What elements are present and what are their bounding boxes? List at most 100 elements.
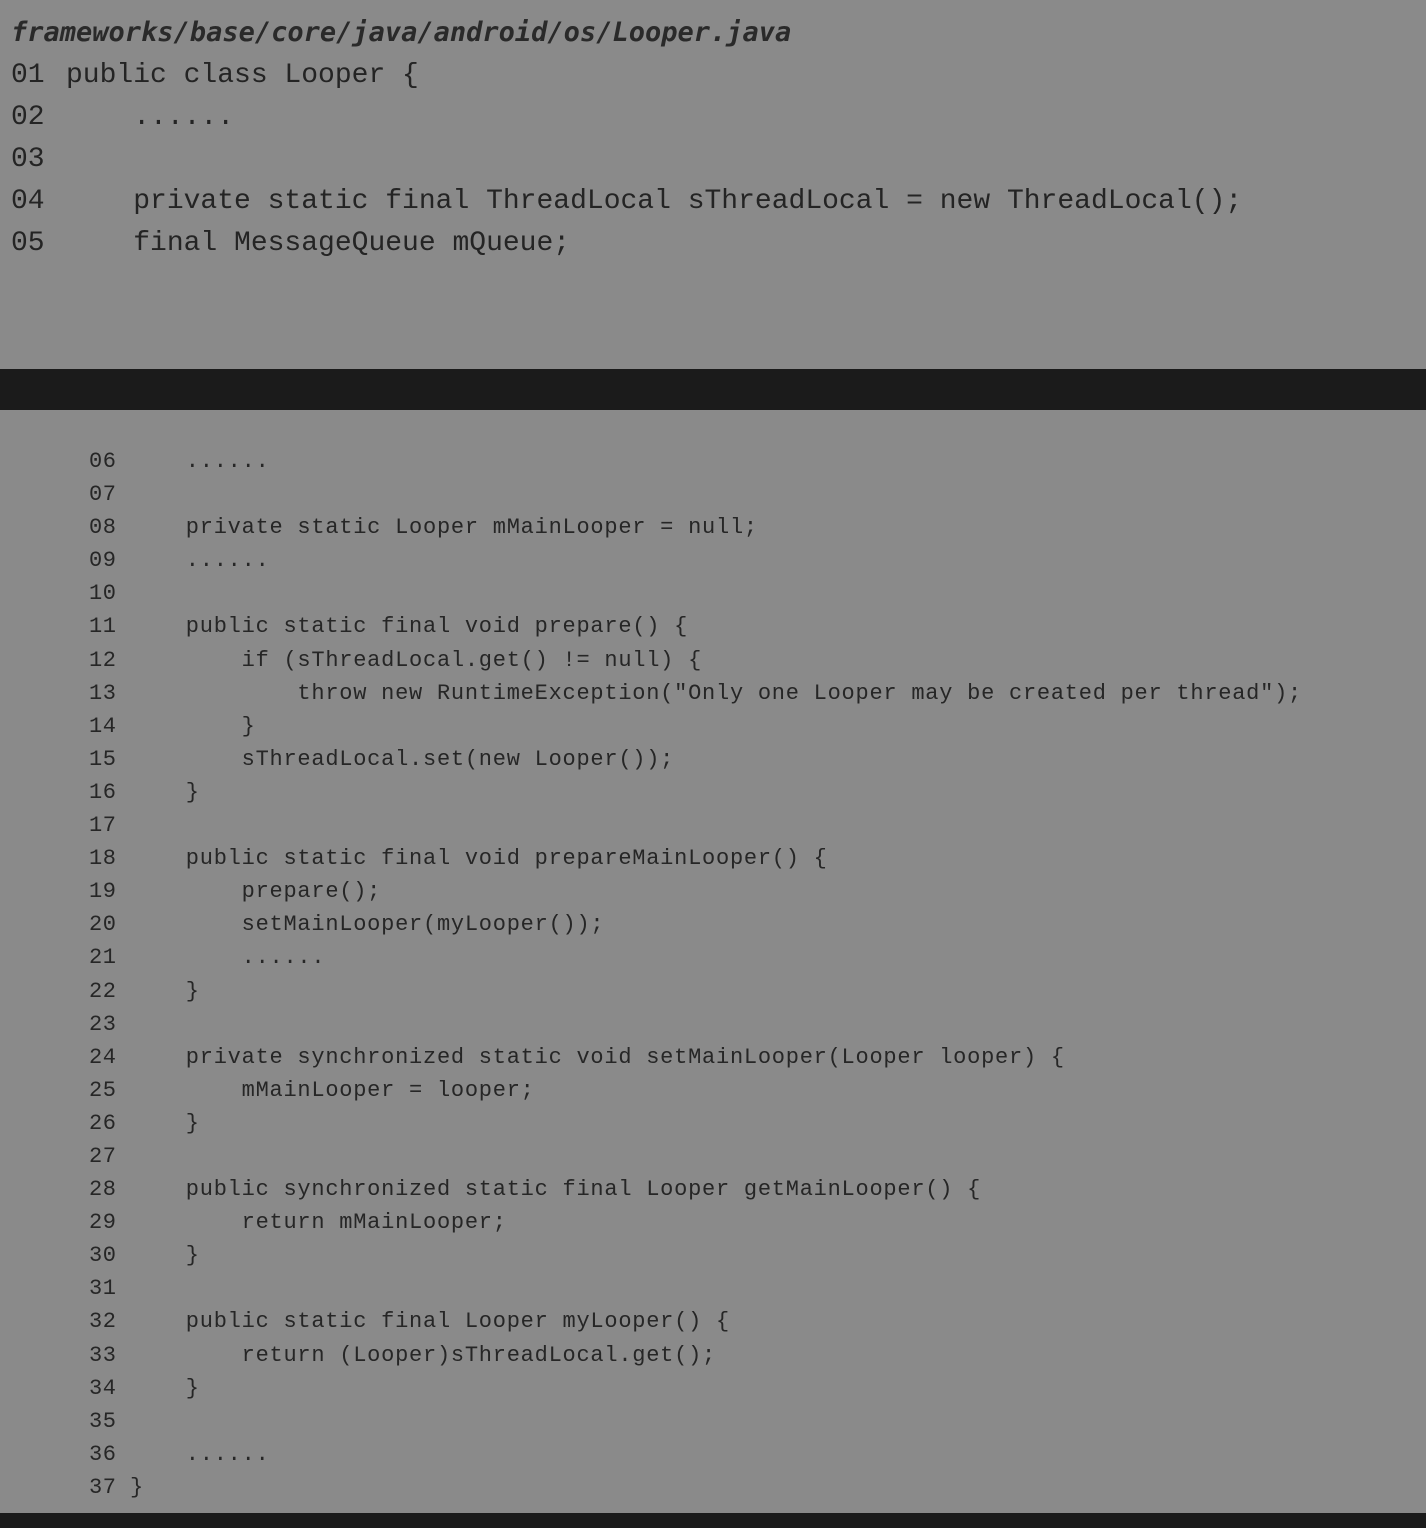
- code-line: 03: [11, 139, 1242, 181]
- code-line: 35: [89, 1405, 1302, 1438]
- code-line: 36 ......: [89, 1438, 1302, 1471]
- line-number: 08: [89, 515, 117, 541]
- code-line: 08 private static Looper mMainLooper = n…: [89, 511, 1302, 544]
- code-line: 16 }: [89, 776, 1302, 809]
- code-text: }: [130, 1243, 200, 1269]
- line-number: 14: [89, 713, 117, 739]
- code-line: 02 ......: [11, 97, 1242, 139]
- line-number: 02: [11, 102, 45, 133]
- code-text: private synchronized static void setMain…: [130, 1044, 1065, 1070]
- code-line: 34 }: [89, 1372, 1302, 1405]
- code-text: return (Looper)sThreadLocal.get();: [130, 1342, 716, 1368]
- code-text: private static final ThreadLocal sThread…: [66, 186, 1243, 217]
- code-text: ......: [66, 102, 235, 133]
- line-number: 04: [11, 186, 45, 217]
- code-text: throw new RuntimeException("Only one Loo…: [130, 680, 1302, 706]
- code-line: 37}: [89, 1471, 1302, 1504]
- line-number: 26: [89, 1110, 117, 1136]
- line-number: 36: [89, 1441, 117, 1467]
- code-line: 14 }: [89, 710, 1302, 743]
- code-line: 23: [89, 1008, 1302, 1041]
- code-line: 12 if (sThreadLocal.get() != null) {: [89, 644, 1302, 677]
- line-number: 31: [89, 1276, 117, 1302]
- code-line: 19 prepare();: [89, 875, 1302, 908]
- line-number: 33: [89, 1342, 117, 1368]
- code-block-top: 01 public class Looper { 02 ...... 03 04 pri…: [11, 55, 1242, 265]
- code-line: 18 public static final void prepareMainL…: [89, 842, 1302, 875]
- code-line: 09 ......: [89, 544, 1302, 577]
- code-line: 15 sThreadLocal.set(new Looper());: [89, 743, 1302, 776]
- code-line: 05 final MessageQueue mQueue;: [11, 223, 1242, 265]
- line-number: 01: [11, 60, 45, 91]
- code-text: if (sThreadLocal.get() != null) {: [130, 647, 703, 673]
- code-text: public static final void prepare() {: [130, 614, 689, 640]
- code-text: public class Looper {: [66, 60, 419, 91]
- line-number: 34: [89, 1375, 117, 1401]
- code-line: 20 setMainLooper(myLooper());: [89, 908, 1302, 941]
- line-number: 13: [89, 680, 117, 706]
- line-number: 28: [89, 1177, 117, 1203]
- code-line: 10: [89, 577, 1302, 610]
- code-line: 30 }: [89, 1239, 1302, 1272]
- code-line: 04 private static final ThreadLocal sThr…: [11, 181, 1242, 223]
- code-text: public synchronized static final Looper …: [130, 1177, 982, 1203]
- line-number: 27: [89, 1143, 117, 1169]
- code-text: }: [130, 1375, 200, 1401]
- line-number: 21: [89, 945, 117, 971]
- code-line: 33 return (Looper)sThreadLocal.get();: [89, 1339, 1302, 1372]
- line-number: 15: [89, 746, 117, 772]
- code-text: private static Looper mMainLooper = null…: [130, 515, 758, 541]
- code-line: 27: [89, 1140, 1302, 1173]
- code-line: 11 public static final void prepare() {: [89, 610, 1302, 643]
- line-number: 18: [89, 846, 117, 872]
- file-path-heading: frameworks/base/core/java/android/os/Loo…: [11, 17, 792, 48]
- line-number: 37: [89, 1474, 117, 1500]
- line-number: 25: [89, 1077, 117, 1103]
- code-line: 26 }: [89, 1107, 1302, 1140]
- code-text: ......: [130, 548, 270, 574]
- code-text: final MessageQueue mQueue;: [66, 228, 571, 259]
- line-number: 05: [11, 228, 45, 259]
- code-text: }: [130, 978, 200, 1004]
- code-text: return mMainLooper;: [130, 1210, 507, 1236]
- code-line: 24 private synchronized static void setM…: [89, 1041, 1302, 1074]
- line-number: 29: [89, 1210, 117, 1236]
- code-line: 22 }: [89, 975, 1302, 1008]
- code-line: 29 return mMainLooper;: [89, 1206, 1302, 1239]
- code-line: 13 throw new RuntimeException("Only one …: [89, 677, 1302, 710]
- code-line: 28 public synchronized static final Loop…: [89, 1173, 1302, 1206]
- line-number: 24: [89, 1044, 117, 1070]
- code-text: mMainLooper = looper;: [130, 1077, 535, 1103]
- code-text: ......: [130, 945, 326, 971]
- line-number: 20: [89, 912, 117, 938]
- line-number: 03: [11, 144, 45, 175]
- line-number: 10: [89, 581, 117, 607]
- code-text: prepare();: [130, 879, 382, 905]
- line-number: 35: [89, 1408, 117, 1434]
- code-line: 06 ......: [89, 445, 1302, 478]
- line-number: 32: [89, 1309, 117, 1335]
- code-line: 07: [89, 478, 1302, 511]
- line-number: 06: [89, 449, 117, 474]
- line-number: 07: [89, 482, 117, 508]
- code-text: }: [130, 1110, 200, 1136]
- code-text: public static final Looper myLooper() {: [130, 1309, 730, 1335]
- code-text: public static final void prepareMainLoop…: [130, 846, 828, 872]
- line-number: 22: [89, 978, 117, 1004]
- line-number: 12: [89, 647, 117, 673]
- line-number: 09: [89, 548, 117, 574]
- line-number: 23: [89, 1011, 117, 1037]
- code-text: }: [130, 1474, 144, 1500]
- line-number: 16: [89, 779, 117, 805]
- code-text: sThreadLocal.set(new Looper());: [130, 746, 675, 772]
- code-text: }: [130, 779, 200, 805]
- code-line: 32 public static final Looper myLooper()…: [89, 1305, 1302, 1338]
- code-block-bottom: 06 ...... 07 08 private static Looper mMai…: [89, 445, 1302, 1504]
- line-number: 17: [89, 813, 117, 839]
- code-line: 17: [89, 809, 1302, 842]
- line-number: 11: [89, 614, 117, 640]
- code-text: ......: [130, 449, 270, 474]
- line-number: 19: [89, 879, 117, 905]
- code-line: 31: [89, 1272, 1302, 1305]
- line-number: 30: [89, 1243, 117, 1269]
